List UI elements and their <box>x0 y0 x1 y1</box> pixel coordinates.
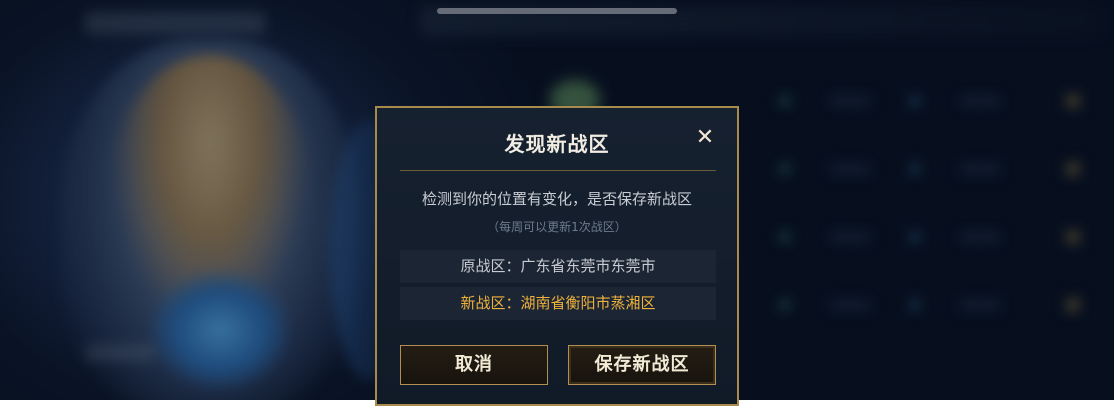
new-region-row: 新战区：湖南省衡阳市蒸湘区 <box>400 287 716 320</box>
new-region-label: 新战区： <box>460 294 521 312</box>
new-region-dialog: 发现新战区 ✕ 检测到你的位置有变化，是否保存新战区 （每周可以更新1次战区） … <box>375 106 739 406</box>
old-region-row: 原战区：广东省东莞市东莞市 <box>400 250 716 283</box>
dialog-note: （每周可以更新1次战区） <box>487 220 627 234</box>
dialog-divider <box>400 170 716 171</box>
save-new-region-button[interactable]: 保存新战区 <box>568 345 716 385</box>
old-region-value: 广东省东莞市东莞市 <box>520 257 656 275</box>
cancel-button[interactable]: 取消 <box>400 345 548 385</box>
close-icon[interactable]: ✕ <box>693 126 717 150</box>
new-region-value: 湖南省衡阳市蒸湘区 <box>520 294 656 312</box>
dialog-title: 发现新战区 <box>504 132 610 156</box>
old-region-label: 原战区： <box>460 257 521 275</box>
dialog-message: 检测到你的位置有变化，是否保存新战区 <box>421 190 692 208</box>
